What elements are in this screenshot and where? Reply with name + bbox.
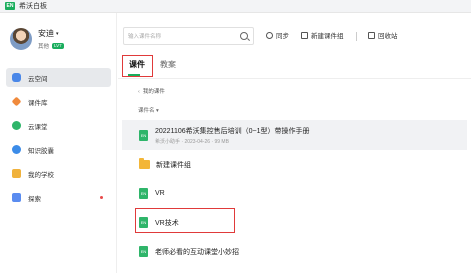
new-group-label: 新建课件组 <box>311 33 344 40</box>
sidebar-item-knowledge-capsule[interactable]: 知识胶囊 <box>6 140 111 159</box>
trash-icon <box>368 31 375 39</box>
sidebar-item-explore[interactable]: 探索 <box>6 188 111 207</box>
sidebar-item-my-school[interactable]: 我的学校 <box>6 164 111 183</box>
breadcrumb[interactable]: 我的课件 <box>138 87 165 95</box>
search-icon[interactable] <box>240 32 248 40</box>
knowledge-icon <box>12 145 21 154</box>
courseware-file-icon: EN <box>139 217 148 228</box>
sync-label: 同步 <box>276 33 289 40</box>
tab-lesson-plan[interactable]: 教案 <box>160 59 176 70</box>
sort-dropdown[interactable]: 课件名 ▾ <box>138 106 159 114</box>
folder-icon <box>139 158 150 169</box>
app-logo-icon: EN <box>5 2 15 10</box>
sidebar-item-label: 云课堂 <box>28 123 48 131</box>
avatar[interactable] <box>10 28 32 50</box>
user-profile[interactable]: 安迪 ▾ 其他 LV7 <box>10 28 64 50</box>
courseware-file-icon: EN <box>139 129 148 141</box>
item-meta: 希沃小助手 · 2023-04-26 · 99 MB <box>155 138 229 145</box>
sidebar-nav: 云空间 课件库 云课堂 知识胶囊 我的学校 探索 <box>6 68 111 212</box>
app-title: 希沃白板 <box>19 3 47 10</box>
item-title: VR技术 <box>155 219 179 227</box>
chevron-down-icon[interactable]: ▾ <box>56 31 59 37</box>
list-item[interactable]: EN VR <box>122 179 467 208</box>
cloud-icon <box>12 73 21 82</box>
user-name: 安迪 <box>38 29 54 38</box>
title-bar: EN 希沃白板 <box>0 0 471 13</box>
list-item[interactable]: EN 20221106希沃集控售后培训（0~1型）带操作手册 希沃小助手 · 2… <box>122 120 467 150</box>
sync-icon <box>266 31 273 39</box>
main-panel: 输入课件名称 同步 新建课件组 回收站 课件 教案 我的课件 课件名 ▾ EN … <box>118 13 471 273</box>
recycle-bin-button[interactable]: 回收站 <box>368 30 398 40</box>
library-icon <box>11 96 22 107</box>
courseware-file-icon: EN <box>139 188 148 199</box>
list-item[interactable]: 新建课件组 <box>122 150 467 179</box>
courseware-list: EN 20221106希沃集控售后培训（0~1型）带操作手册 希沃小助手 · 2… <box>122 120 467 266</box>
item-title: VR <box>155 190 165 197</box>
sidebar-item-courseware-library[interactable]: 课件库 <box>6 92 111 111</box>
sync-button[interactable]: 同步 <box>266 30 289 40</box>
school-icon <box>12 169 21 178</box>
sidebar-item-label: 我的学校 <box>28 171 54 179</box>
tab-bar: 课件 教案 <box>118 55 471 79</box>
search-placeholder: 输入课件名称 <box>128 34 162 40</box>
courseware-file-icon: EN <box>139 246 148 257</box>
classroom-icon <box>12 121 21 130</box>
level-badge: LV7 <box>52 43 64 49</box>
explore-icon <box>12 193 21 202</box>
sidebar-item-label: 云空间 <box>28 75 48 83</box>
new-group-button[interactable]: 新建课件组 <box>301 30 344 40</box>
toolbar-divider <box>356 32 357 41</box>
item-title: 新建课件组 <box>156 161 191 169</box>
sidebar-item-label: 探索 <box>28 195 41 203</box>
sidebar-item-label: 知识胶囊 <box>28 147 54 155</box>
user-subject: 其他 <box>38 44 50 50</box>
sidebar-item-cloud-space[interactable]: 云空间 <box>6 68 111 87</box>
tab-indicator <box>128 74 140 76</box>
tab-courseware[interactable]: 课件 <box>129 59 145 70</box>
item-title: 老师必看的互动课堂小妙招 <box>155 248 239 256</box>
notification-dot <box>100 196 103 199</box>
sidebar-item-label: 课件库 <box>28 99 48 107</box>
sidebar: 安迪 ▾ 其他 LV7 云空间 课件库 云课堂 知识胶囊 我的学校 探索 <box>0 13 117 273</box>
item-title: 20221106希沃集控售后培训（0~1型）带操作手册 <box>155 127 310 135</box>
search-input[interactable]: 输入课件名称 <box>123 27 254 45</box>
toolbar: 输入课件名称 同步 新建课件组 回收站 <box>118 27 471 45</box>
list-item[interactable]: EN 老师必看的互动课堂小妙招 <box>122 237 467 266</box>
folder-plus-icon <box>301 31 308 39</box>
recycle-label: 回收站 <box>378 33 398 40</box>
highlight-box <box>135 208 235 233</box>
list-item[interactable]: EN VR技术 <box>122 208 467 237</box>
sidebar-item-cloud-classroom[interactable]: 云课堂 <box>6 116 111 135</box>
